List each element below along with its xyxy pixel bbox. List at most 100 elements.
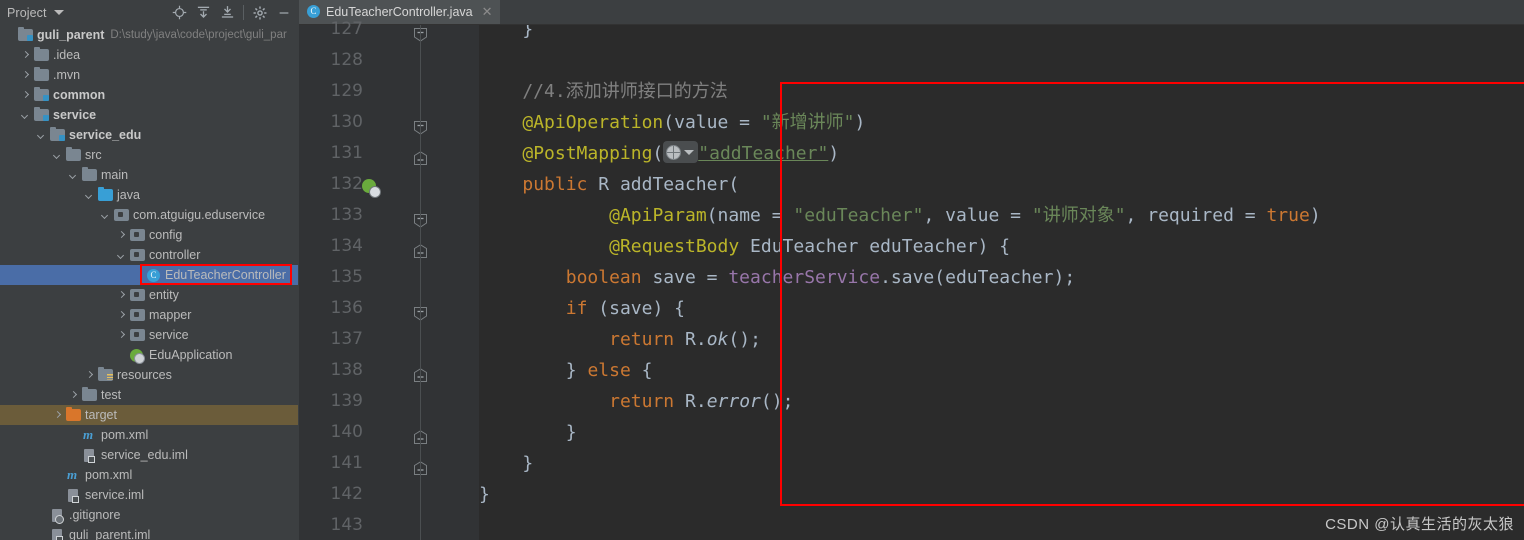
tree-item-label: .gitignore: [69, 508, 121, 522]
tree-item-label: service_edu: [69, 128, 142, 142]
tree-item-main[interactable]: main: [0, 165, 298, 185]
iml-file-icon: [65, 487, 81, 503]
target-folder-icon: [65, 407, 81, 423]
code-keyword: public: [522, 174, 588, 195]
chevron-right-icon[interactable]: [116, 290, 127, 301]
spring-request-mapping-icon[interactable]: [362, 179, 381, 198]
code-identifier: EduTeacher: [750, 236, 859, 257]
chevron-right-icon[interactable]: [116, 310, 127, 321]
gitignore-file-icon: [49, 507, 65, 524]
chevron-right-icon[interactable]: [20, 50, 31, 61]
idea-window: Project guli_parent D:\study\java\code\p…: [0, 0, 1524, 540]
tree-item-label: service_edu.iml: [101, 448, 188, 462]
code-line-138[interactable]: } else {: [479, 355, 653, 386]
tree-item-src[interactable]: src: [0, 145, 298, 165]
code-identifier: value: [674, 112, 729, 133]
chevron-down-icon[interactable]: [116, 250, 127, 261]
chevron-right-icon[interactable]: [84, 370, 95, 381]
code-annotation: @ApiOperation: [522, 112, 664, 133]
chevron-down-icon[interactable]: [684, 149, 695, 155]
code-identifier: save: [890, 267, 935, 288]
tree-item-service[interactable]: service: [0, 105, 298, 125]
spring-boot-class-icon: [129, 347, 145, 364]
chevron-right-icon[interactable]: [116, 330, 127, 341]
code-line-137[interactable]: return R.ok();: [479, 324, 761, 355]
tree-item-mvn[interactable]: .mvn: [0, 65, 298, 85]
collapse-all-icon[interactable]: [215, 0, 239, 25]
tree-item-common[interactable]: common: [0, 85, 298, 105]
tree-item-pom-xml[interactable]: m pom.xml: [0, 465, 298, 485]
editor-gutter[interactable]: 127 128 129 130 131 132 133 134 135 136 137 138 139 1…: [299, 19, 479, 540]
chevron-down-icon[interactable]: [52, 150, 63, 161]
tree-item-eduapplication[interactable]: EduApplication: [0, 345, 298, 365]
tree-item-target[interactable]: target: [0, 405, 298, 425]
expand-all-icon[interactable]: [191, 0, 215, 25]
tree-item-resources[interactable]: resources: [0, 365, 298, 385]
tree-item-pom-xml[interactable]: m pom.xml: [0, 425, 298, 445]
tree-item-service-edu[interactable]: service_edu: [0, 125, 298, 145]
settings-gear-icon[interactable]: [248, 0, 272, 25]
code-string: "新增讲师": [760, 112, 855, 133]
close-icon[interactable]: ✕: [482, 5, 493, 18]
chevron-down-icon[interactable]: [36, 130, 47, 141]
chevron-right-icon[interactable]: [20, 90, 31, 101]
chevron-right-icon[interactable]: [52, 410, 63, 421]
locate-icon[interactable]: [167, 0, 191, 25]
chevron-right-icon[interactable]: [20, 70, 31, 81]
tree-item-mapper[interactable]: mapper: [0, 305, 298, 325]
tree-item-test[interactable]: test: [0, 385, 298, 405]
tree-item-controller[interactable]: controller: [0, 245, 298, 265]
code-line-129[interactable]: //4.添加讲师接口的方法: [479, 76, 727, 107]
project-file-tree[interactable]: guli_parent D:\study\java\code\project\gu…: [0, 25, 298, 540]
tree-item-gitignore[interactable]: .gitignore: [0, 505, 298, 525]
tree-item-java[interactable]: java: [0, 185, 298, 205]
code-line-142[interactable]: }: [479, 479, 490, 510]
minimize-icon[interactable]: [272, 0, 296, 25]
tree-item-service-iml[interactable]: service.iml: [0, 485, 298, 505]
chevron-down-icon[interactable]: [100, 210, 111, 221]
chevron-down-icon[interactable]: [84, 190, 95, 201]
package-icon: [129, 227, 145, 243]
code-line-141[interactable]: }: [479, 448, 533, 479]
code-line-127[interactable]: }: [479, 25, 533, 45]
code-line-130[interactable]: @ApiOperation(value = "新增讲师"): [479, 107, 865, 138]
tree-item-label: guli_parent: [37, 28, 105, 42]
iml-file-icon: [49, 527, 65, 540]
tree-item-com-atguigu-eduservice[interactable]: com.atguigu.eduservice: [0, 205, 298, 225]
line-number-135: 135: [330, 267, 363, 287]
tree-item-guli-parent[interactable]: guli_parent D:\study\java\code\project\gu…: [0, 25, 298, 45]
tree-item-guli-parent-iml[interactable]: guli_parent.iml: [0, 525, 298, 540]
editor-code-content[interactable]: } //4.添加讲师接口的方法 @ApiOperation(value = "新…: [479, 25, 1524, 540]
tree-item-idea[interactable]: .idea: [0, 45, 298, 65]
globe-icon: [666, 144, 682, 160]
tree-item-entity[interactable]: entity: [0, 285, 298, 305]
project-panel-title[interactable]: Project: [0, 6, 47, 20]
code-line-135[interactable]: boolean save = teacherService.save(eduTe…: [479, 262, 1075, 293]
code-line-136[interactable]: if (save) {: [479, 293, 685, 324]
chevron-down-icon[interactable]: [20, 110, 31, 121]
chevron-down-icon[interactable]: [68, 170, 79, 181]
code-identifier: R: [685, 391, 696, 412]
code-line-131[interactable]: @PostMapping("addTeacher"): [479, 138, 839, 169]
tree-item-label: guli_parent.iml: [69, 528, 151, 540]
chevron-right-icon[interactable]: [116, 230, 127, 241]
tree-item-service-edu-iml[interactable]: service_edu.iml: [0, 445, 298, 465]
code-annotation: @ApiParam: [609, 205, 707, 226]
code-line-133[interactable]: @ApiParam(name = "eduTeacher", value = "…: [479, 200, 1321, 231]
line-number-142: 142: [330, 484, 363, 504]
code-line-134[interactable]: @RequestBody EduTeacher eduTeacher) {: [479, 231, 1010, 262]
code-line-140[interactable]: }: [479, 417, 577, 448]
code-keyword: return: [609, 329, 675, 350]
code-identifier: eduTeacher: [869, 236, 978, 257]
tree-item-service[interactable]: service: [0, 325, 298, 345]
web-mapping-inline-hint[interactable]: [663, 141, 699, 163]
code-line-139[interactable]: return R.error();: [479, 386, 793, 417]
tree-item-label: test: [101, 388, 122, 402]
chevron-right-icon[interactable]: [68, 390, 79, 401]
code-line-132[interactable]: public R addTeacher(: [479, 169, 739, 200]
tree-item-config[interactable]: config: [0, 225, 298, 245]
chevron-down-icon[interactable]: [53, 10, 64, 15]
tree-item-eduteachercontroller[interactable]: C EduTeacherController: [0, 265, 298, 285]
